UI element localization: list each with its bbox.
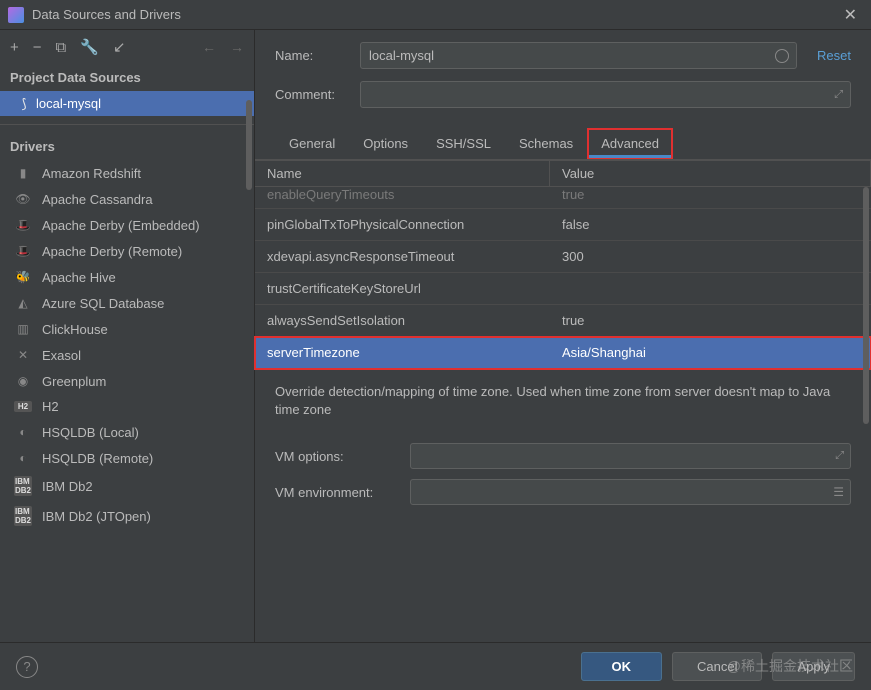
- expand-icon[interactable]: ⤢: [834, 88, 843, 101]
- redshift-icon: ▮: [14, 165, 32, 181]
- section-project-data-sources: Project Data Sources: [0, 64, 254, 91]
- name-input[interactable]: [360, 42, 797, 69]
- driver-item[interactable]: IBMDB2IBM Db2: [0, 471, 254, 501]
- expand-icon[interactable]: ⤢: [835, 450, 844, 463]
- property-row[interactable]: alwaysSendSetIsolation true: [255, 305, 871, 337]
- property-row[interactable]: pinGlobalTxToPhysicalConnection false: [255, 209, 871, 241]
- tab-general[interactable]: General: [275, 128, 349, 159]
- ok-button[interactable]: OK: [581, 652, 663, 681]
- driver-item[interactable]: ◉Greenplum: [0, 368, 254, 394]
- remove-button[interactable]: −: [33, 39, 42, 56]
- tab-schemas[interactable]: Schemas: [505, 128, 587, 159]
- import-icon[interactable]: ↙: [113, 38, 126, 56]
- driver-item[interactable]: IBMDB2IBM Db2 (JTOpen): [0, 501, 254, 531]
- divider: [0, 124, 254, 125]
- apply-button[interactable]: Apply: [772, 652, 855, 681]
- help-button[interactable]: ?: [16, 656, 38, 678]
- vm-options-label: VM options:: [275, 449, 410, 464]
- property-row[interactable]: xdevapi.asyncResponseTimeout 300: [255, 241, 871, 273]
- property-row[interactable]: serverTimezone Asia/Shanghai: [255, 337, 871, 369]
- driver-item[interactable]: ✕Exasol: [0, 342, 254, 368]
- azure-icon: ◭: [14, 295, 32, 311]
- copy-icon[interactable]: ⧉: [56, 39, 67, 56]
- driver-item[interactable]: ◭Azure SQL Database: [0, 290, 254, 316]
- hive-icon: 🐝: [14, 269, 32, 285]
- column-header-name[interactable]: Name: [255, 161, 550, 186]
- derby-icon: 🎩: [14, 243, 32, 259]
- reset-link[interactable]: Reset: [797, 48, 851, 63]
- driver-item[interactable]: 👁Apache Cassandra: [0, 186, 254, 212]
- driver-item[interactable]: ◐HSQLDB (Local): [0, 419, 254, 445]
- name-label: Name:: [275, 48, 360, 63]
- list-icon[interactable]: ☰: [833, 485, 844, 499]
- exasol-icon: ✕: [14, 347, 32, 363]
- app-icon: [8, 7, 24, 23]
- driver-item[interactable]: 🐝Apache Hive: [0, 264, 254, 290]
- driver-item[interactable]: 🎩Apache Derby (Embedded): [0, 212, 254, 238]
- driver-item[interactable]: 🎩Apache Derby (Remote): [0, 238, 254, 264]
- clickhouse-icon: ▥: [14, 321, 32, 337]
- vm-options-input[interactable]: ⤢: [410, 443, 851, 469]
- tab-advanced[interactable]: Advanced: [587, 128, 673, 159]
- tab-ssh-ssl[interactable]: SSH/SSL: [422, 128, 505, 159]
- driver-item[interactable]: ▮Amazon Redshift: [0, 160, 254, 186]
- scrollbar[interactable]: [246, 100, 252, 190]
- color-indicator-icon[interactable]: [775, 49, 789, 63]
- add-button[interactable]: +: [10, 39, 19, 56]
- cancel-button[interactable]: Cancel: [672, 652, 762, 681]
- wrench-icon[interactable]: 🔧: [80, 38, 99, 56]
- close-icon[interactable]: ✕: [838, 5, 863, 25]
- back-icon[interactable]: ←: [202, 39, 216, 55]
- driver-item[interactable]: ◐HSQLDB (Remote): [0, 445, 254, 471]
- forward-icon[interactable]: →: [230, 39, 244, 55]
- driver-item[interactable]: ▥ClickHouse: [0, 316, 254, 342]
- h2-icon: H2: [14, 401, 32, 412]
- column-header-value[interactable]: Value: [550, 161, 871, 186]
- tab-options[interactable]: Options: [349, 128, 422, 159]
- section-drivers: Drivers: [0, 133, 254, 160]
- scrollbar[interactable]: [863, 206, 869, 424]
- db2-icon: IBMDB2: [14, 476, 32, 496]
- data-source-item[interactable]: ⟆ local-mysql: [0, 91, 254, 116]
- hsqldb-icon: ◐: [14, 450, 32, 466]
- property-row[interactable]: enableQueryTimeouts true: [255, 187, 871, 209]
- vm-env-label: VM environment:: [275, 485, 410, 500]
- datasource-icon: ⟆: [16, 96, 32, 112]
- driver-item[interactable]: H2H2: [0, 394, 254, 419]
- hsqldb-icon: ◐: [14, 424, 32, 440]
- db2-icon: IBMDB2: [14, 506, 32, 526]
- derby-icon: 🎩: [14, 217, 32, 233]
- cassandra-icon: 👁: [14, 191, 32, 207]
- vm-env-input[interactable]: ☰: [410, 479, 851, 505]
- property-description: Override detection/mapping of time zone.…: [255, 369, 871, 433]
- comment-input[interactable]: [360, 81, 851, 108]
- greenplum-icon: ◉: [14, 373, 32, 389]
- data-source-label: local-mysql: [36, 96, 101, 111]
- comment-label: Comment:: [275, 87, 360, 102]
- property-row[interactable]: trustCertificateKeyStoreUrl: [255, 273, 871, 305]
- window-title: Data Sources and Drivers: [32, 7, 838, 22]
